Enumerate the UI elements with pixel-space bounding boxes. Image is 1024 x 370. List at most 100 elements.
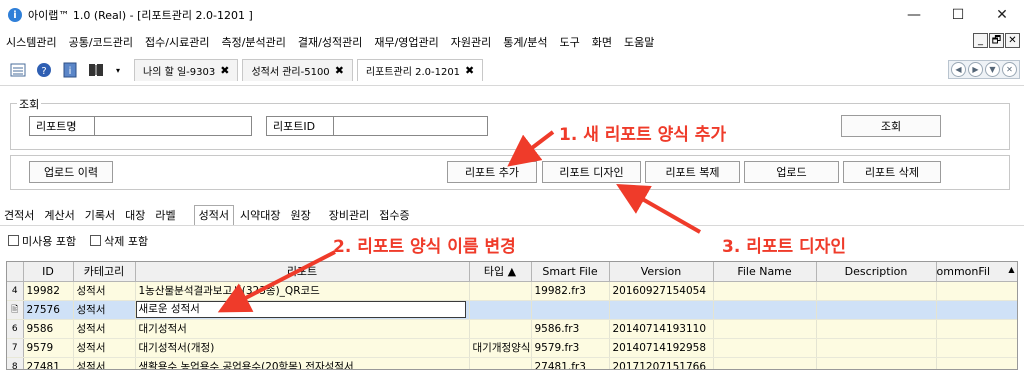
cell-common-file[interactable] bbox=[936, 357, 1017, 369]
menu-finance-sales[interactable]: 재무/영업관리 bbox=[374, 34, 438, 50]
prev-icon[interactable]: ◀ bbox=[951, 62, 966, 77]
cell-common-file[interactable] bbox=[936, 300, 1017, 320]
cell-version[interactable]: 20171207151766 bbox=[609, 357, 714, 369]
dropdown-arrow-icon[interactable]: ▾ bbox=[110, 62, 126, 78]
cell-type[interactable] bbox=[469, 357, 532, 369]
tab-reagent-ledger[interactable]: 시약대장 bbox=[236, 207, 284, 225]
cell-description[interactable] bbox=[816, 357, 937, 369]
cell-category[interactable]: 성적서 bbox=[73, 357, 136, 369]
book-icon[interactable] bbox=[88, 62, 104, 78]
report-name-input[interactable] bbox=[94, 116, 252, 136]
search-button[interactable]: 조회 bbox=[841, 115, 941, 137]
col-type[interactable]: 타입 ▲ bbox=[469, 262, 532, 282]
close-icon[interactable]: ✖ bbox=[335, 64, 344, 77]
cell-common-file[interactable] bbox=[936, 319, 1017, 339]
tab-equipment[interactable]: 장비관리 bbox=[325, 207, 373, 225]
col-file-name[interactable]: File Name bbox=[713, 262, 817, 282]
list-icon[interactable] bbox=[10, 62, 26, 78]
menu-approval-report[interactable]: 결재/성적관리 bbox=[298, 34, 362, 50]
col-category[interactable]: 카테고리 bbox=[73, 262, 136, 282]
cell-id[interactable]: 9579 bbox=[23, 338, 74, 358]
cell-description[interactable] bbox=[816, 300, 937, 320]
menu-screen[interactable]: 화면 bbox=[592, 34, 612, 50]
cell-common-file[interactable] bbox=[936, 338, 1017, 358]
mdi-close-button[interactable]: ✕ bbox=[1005, 33, 1020, 48]
tab-ledger[interactable]: 대장 bbox=[121, 207, 149, 225]
table-row[interactable]: 7 9579 성적서 대기성적서(개정) 대기개정양식 9579.fr3 201… bbox=[7, 338, 1017, 358]
cell-version[interactable] bbox=[609, 300, 714, 320]
checkbox-box[interactable] bbox=[90, 235, 102, 246]
cell-report[interactable]: 대기성적서(개정) bbox=[135, 338, 470, 358]
cell-type[interactable]: 대기개정양식 bbox=[469, 338, 532, 358]
tab-certificate[interactable]: 성적서 bbox=[193, 205, 234, 225]
tab-label[interactable]: 라벨 bbox=[151, 207, 179, 225]
cell-description[interactable] bbox=[816, 338, 937, 358]
cell-id[interactable]: 27576 bbox=[23, 300, 74, 320]
table-row[interactable]: 4 19982 성적서 1농산물분석결과보고서(323종)_QR코드 19982… bbox=[7, 281, 1017, 301]
menu-measure-analysis[interactable]: 측정/분석관리 bbox=[221, 34, 285, 50]
cell-smart-file[interactable]: 9586.fr3 bbox=[531, 319, 610, 339]
tab-my-tasks[interactable]: 나의 할 일-9303 ✖ bbox=[134, 59, 239, 81]
close-all-icon[interactable]: ✕ bbox=[1002, 62, 1017, 77]
tab-report-management[interactable]: 성적서 관리-5100 ✖ bbox=[242, 59, 353, 81]
scroll-up-icon[interactable]: ▲ bbox=[1008, 265, 1014, 274]
cell-type[interactable] bbox=[469, 319, 532, 339]
include-deleted-checkbox[interactable]: 삭제 포함 bbox=[90, 233, 148, 249]
close-button[interactable]: ✕ bbox=[980, 0, 1024, 30]
cell-category[interactable]: 성적서 bbox=[73, 281, 136, 301]
upload-button[interactable]: 업로드 bbox=[744, 161, 839, 183]
cell-category[interactable]: 성적서 bbox=[73, 319, 136, 339]
close-icon[interactable]: ✖ bbox=[220, 64, 229, 77]
cell-report[interactable]: 대기성적서 bbox=[135, 319, 470, 339]
cell-file-name[interactable] bbox=[713, 357, 817, 369]
help-icon[interactable]: ? bbox=[36, 62, 52, 78]
cell-id[interactable]: 19982 bbox=[23, 281, 74, 301]
cell-version[interactable]: 20160927154054 bbox=[609, 281, 714, 301]
tab-invoice[interactable]: 계산서 bbox=[40, 207, 78, 225]
design-report-button[interactable]: 리포트 디자인 bbox=[542, 161, 641, 183]
report-name-edit-input[interactable]: 새로운 성적서 bbox=[135, 301, 466, 318]
cell-version[interactable]: 20140714193110 bbox=[609, 319, 714, 339]
cell-description[interactable] bbox=[816, 281, 937, 301]
tab-record[interactable]: 기록서 bbox=[81, 207, 119, 225]
tab-receipt[interactable]: 접수증 bbox=[375, 207, 413, 225]
menu-common-code[interactable]: 공통/코드관리 bbox=[69, 34, 133, 50]
cell-type[interactable] bbox=[469, 300, 532, 320]
copy-report-button[interactable]: 리포트 복제 bbox=[645, 161, 740, 183]
cell-report[interactable]: 1농산물분석결과보고서(323종)_QR코드 bbox=[135, 281, 470, 301]
cell-category[interactable]: 성적서 bbox=[73, 338, 136, 358]
checkbox-box[interactable] bbox=[8, 235, 19, 246]
cell-category[interactable]: 성적서 bbox=[73, 300, 136, 320]
table-row[interactable]: 6 9586 성적서 대기성적서 9586.fr3 20140714193110 bbox=[7, 319, 1017, 339]
cell-smart-file[interactable]: 27481.fr3 bbox=[531, 357, 610, 369]
menu-statistics[interactable]: 통계/분석 bbox=[503, 34, 547, 50]
upload-history-button[interactable]: 업로드 이력 bbox=[29, 161, 113, 183]
cell-file-name[interactable] bbox=[713, 338, 817, 358]
maximize-button[interactable]: ☐ bbox=[936, 0, 980, 30]
cell-file-name[interactable] bbox=[713, 319, 817, 339]
mdi-restore-button[interactable]: 🗗 bbox=[989, 33, 1004, 48]
cell-smart-file[interactable] bbox=[531, 300, 610, 320]
col-description[interactable]: Description bbox=[816, 262, 937, 282]
cell-file-name[interactable] bbox=[713, 300, 817, 320]
add-report-button[interactable]: 리포트 추가 bbox=[447, 161, 537, 183]
col-id[interactable]: ID bbox=[23, 262, 74, 282]
table-row-selected[interactable]: 🖹 27576 성적서 새로운 성적서 bbox=[7, 300, 1017, 320]
tab-estimate[interactable]: 견적서 bbox=[0, 207, 38, 225]
cell-report[interactable]: 새로운 성적서 bbox=[135, 300, 470, 320]
report-id-input[interactable] bbox=[333, 116, 488, 136]
info-icon[interactable]: i bbox=[62, 62, 78, 78]
dropdown-icon[interactable]: ▼ bbox=[985, 62, 1000, 77]
cell-description[interactable] bbox=[816, 319, 937, 339]
col-version[interactable]: Version bbox=[609, 262, 714, 282]
mdi-minimize-button[interactable]: _ bbox=[973, 33, 988, 48]
cell-smart-file[interactable]: 19982.fr3 bbox=[531, 281, 610, 301]
cell-smart-file[interactable]: 9579.fr3 bbox=[531, 338, 610, 358]
tab-master-ledger[interactable]: 원장 bbox=[286, 207, 314, 225]
cell-version[interactable]: 20140714192958 bbox=[609, 338, 714, 358]
minimize-button[interactable]: — bbox=[892, 0, 936, 30]
cell-report[interactable]: 생활용수 농업용수 공업용수(20항목) 전자성적서 bbox=[135, 357, 470, 369]
table-row[interactable]: 8 27481 성적서 생활용수 농업용수 공업용수(20항목) 전자성적서 2… bbox=[7, 357, 1017, 369]
cell-common-file[interactable] bbox=[936, 281, 1017, 301]
menu-reception-sample[interactable]: 접수/시료관리 bbox=[145, 34, 209, 50]
